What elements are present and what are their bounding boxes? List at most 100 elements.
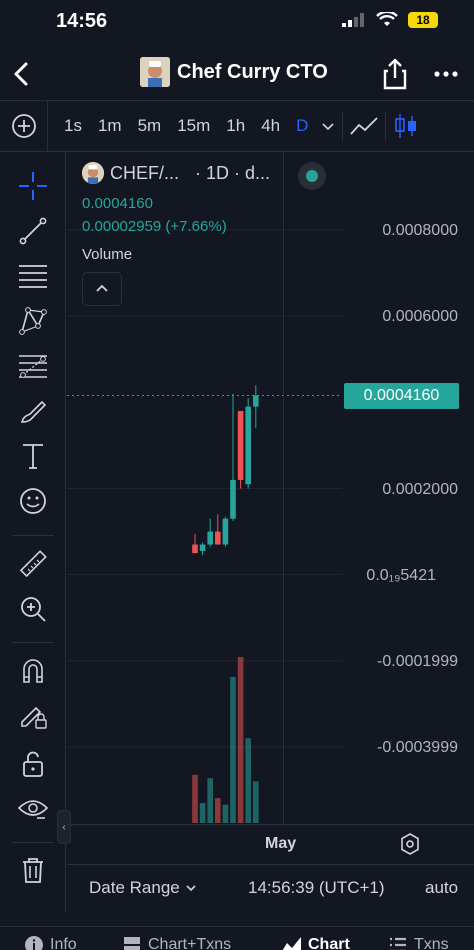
candle-body — [199, 544, 206, 551]
plus-circle-icon — [11, 114, 36, 138]
pattern-tool[interactable] — [15, 303, 51, 339]
legend-row: CHEF/... · 1D · d... — [82, 162, 270, 184]
tool-divider — [12, 642, 54, 643]
legend-interval: · 1D · d... — [195, 162, 271, 183]
brush-tool[interactable] — [15, 393, 51, 429]
chevron-down-icon[interactable] — [320, 118, 336, 134]
zoom-tool[interactable] — [15, 591, 51, 627]
candle-body — [253, 395, 259, 407]
more-icon[interactable] — [432, 60, 460, 88]
date-range-button[interactable]: Date Range — [89, 878, 198, 898]
price-axis-label: 0.0006000 — [382, 308, 458, 325]
candle-body — [207, 531, 213, 545]
current-price-tag: 0.0004160 — [344, 383, 459, 409]
tab-label: Chart+Txns — [148, 936, 232, 950]
tab-label: Chart — [308, 936, 350, 950]
candlestick-icon[interactable] — [392, 112, 420, 140]
market-status-button[interactable] — [298, 162, 326, 190]
text-tool[interactable] — [15, 438, 51, 474]
tab-chart[interactable]: Chart — [280, 935, 350, 950]
volume-bar — [207, 778, 213, 823]
visibility-tool[interactable] — [15, 791, 51, 827]
crosshair-tool[interactable] — [15, 168, 51, 204]
add-symbol-button[interactable] — [0, 100, 48, 152]
back-icon[interactable] — [6, 56, 36, 92]
candle-body — [192, 544, 198, 554]
toolbar-divider — [342, 111, 344, 141]
page-title: Chef Curry CTO — [177, 60, 328, 83]
price-axis-label: -0.0001999 — [377, 653, 458, 670]
tab-info[interactable]: Info — [24, 935, 77, 950]
interval-d[interactable]: D — [288, 116, 316, 136]
chevron-up-icon — [96, 284, 108, 292]
fib-tool[interactable] — [15, 348, 51, 384]
chevron-down-icon — [186, 885, 196, 892]
status-icons: 18 — [342, 12, 438, 28]
candle-body — [215, 531, 221, 545]
date-range-label: Date Range — [89, 878, 180, 897]
info-icon — [25, 936, 43, 950]
tab-bar: Info Chart+Txns Chart Txns — [0, 926, 474, 950]
legend-symbol[interactable]: CHEF/... — [110, 163, 179, 184]
interval-5m[interactable]: 5m — [130, 116, 170, 136]
status-dot — [306, 170, 318, 182]
candle-body — [222, 518, 229, 545]
price-axis-label: -0.0003999 — [377, 739, 458, 756]
wifi-icon — [376, 12, 398, 26]
token-avatar — [140, 57, 170, 87]
title-wrap: Chef Curry CTO — [140, 57, 328, 87]
volume-bar — [245, 738, 251, 823]
magnet-tool[interactable] — [15, 652, 51, 688]
lock-drawing-tool[interactable] — [15, 697, 51, 733]
share-icon[interactable] — [380, 56, 410, 92]
brush-icon — [20, 400, 47, 423]
crosshair-icon — [19, 172, 47, 200]
tool-divider — [12, 842, 54, 843]
volume-bar — [222, 804, 229, 823]
tab-txns[interactable]: Txns — [388, 935, 449, 950]
interval-15m[interactable]: 15m — [169, 116, 218, 136]
pattern-icon — [19, 307, 47, 335]
pencil-lock-icon — [21, 706, 47, 729]
horizontal-lines-icon — [19, 265, 47, 288]
volume-bar — [253, 781, 259, 823]
settings-icon[interactable] — [398, 832, 422, 856]
lock-tool[interactable] — [15, 746, 51, 782]
volume-bar — [199, 803, 206, 823]
time-axis-label: May — [265, 835, 297, 852]
text-icon — [23, 444, 43, 469]
price-axis-label: 0.0₁₉5421 — [366, 567, 436, 584]
auto-scale-button[interactable]: auto — [425, 878, 458, 898]
smiley-icon — [20, 488, 46, 514]
tab-label: Info — [50, 936, 77, 950]
interval-1h[interactable]: 1h — [218, 116, 253, 136]
tab-chart-txns[interactable]: Chart+Txns — [122, 935, 231, 950]
token-avatar — [82, 162, 104, 184]
emoji-tool[interactable] — [15, 483, 51, 519]
interval-1s[interactable]: 1s — [56, 116, 90, 136]
nav-bar: Chef Curry CTO — [0, 52, 474, 98]
chart-toolbar: 1s 1m 5m 15m 1h 4h D — [0, 100, 474, 152]
interval-1m[interactable]: 1m — [90, 116, 130, 136]
volume-bar — [215, 798, 221, 823]
candle-body — [230, 479, 236, 519]
legend-collapse-button[interactable] — [82, 272, 122, 306]
fibonacci-icon — [19, 355, 47, 378]
delete-tool[interactable] — [15, 852, 51, 888]
magnet-icon — [23, 659, 43, 683]
ruler-icon — [19, 550, 47, 578]
interval-4h[interactable]: 4h — [253, 116, 288, 136]
unlock-icon — [23, 751, 43, 777]
legend-change: 0.00002959 (+7.66%) — [82, 218, 227, 235]
horizontal-lines-tool[interactable] — [15, 258, 51, 294]
interval-selector: 1s 1m 5m 15m 1h 4h D — [56, 111, 420, 141]
line-chart-icon[interactable] — [349, 114, 379, 138]
gridline-vertical — [283, 152, 284, 824]
tool-divider — [12, 535, 54, 536]
candle-body — [237, 410, 244, 480]
timezone-clock[interactable]: 14:56:39 (UTC+1) — [248, 878, 385, 898]
drawing-toolbar — [0, 152, 66, 912]
volume-label: Volume — [82, 246, 133, 263]
trend-line-tool[interactable] — [15, 213, 51, 249]
measure-tool[interactable] — [15, 546, 51, 582]
